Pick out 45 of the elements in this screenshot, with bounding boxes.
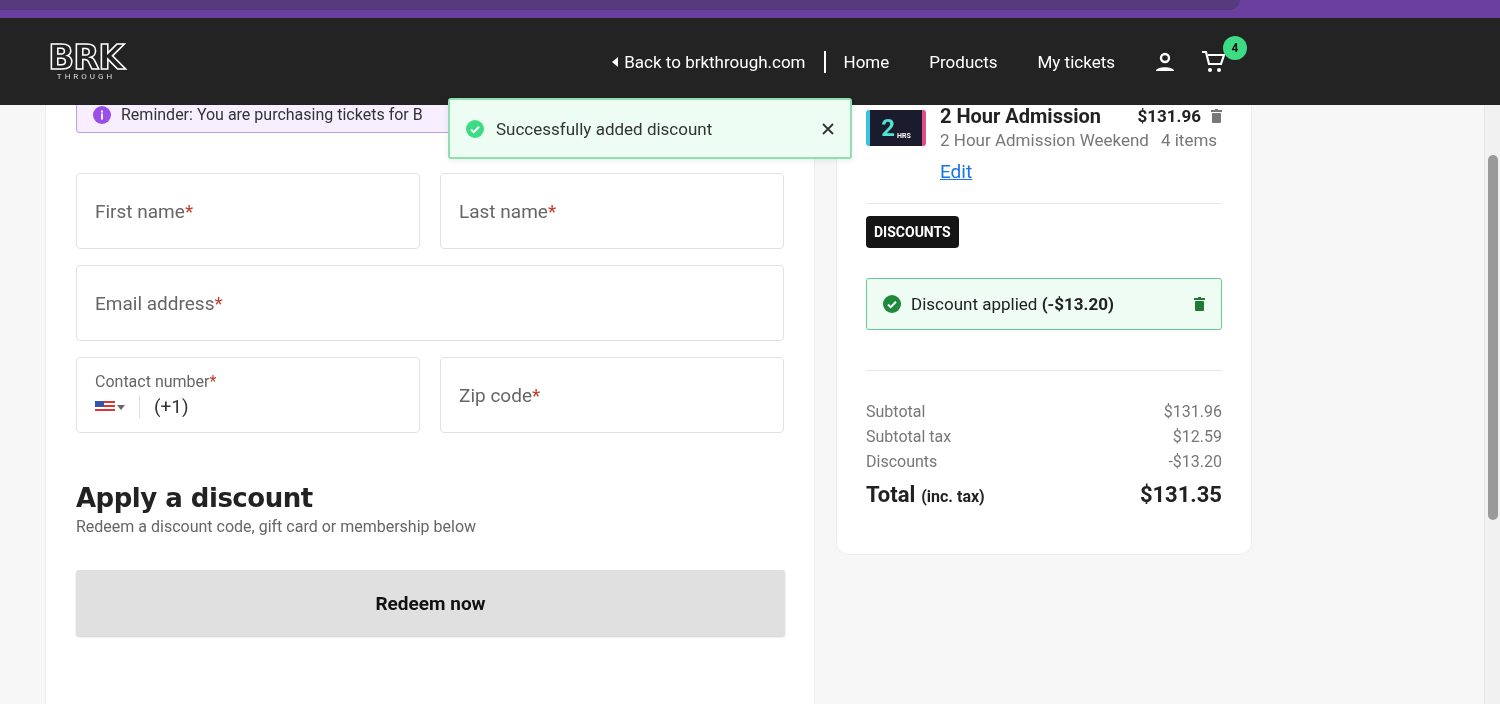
section-subtitle: Redeem a discount code, gift card or membership below (76, 517, 478, 536)
redeem-button[interactable]: Redeem now (76, 570, 785, 636)
input-field[interactable]: First name* (76, 173, 420, 249)
item-name: 2 Hour Admission (940, 104, 1101, 128)
user-icon[interactable] (1155, 51, 1175, 72)
field-label: Contact number* (95, 372, 218, 391)
summary-value: $131.96 (1163, 401, 1222, 423)
trash-icon[interactable] (1194, 297, 1205, 311)
phone-value: (+1) (139, 395, 189, 418)
summary-label: Subtotal tax (866, 426, 952, 448)
back-link[interactable]: Back to brkthrough.com (612, 50, 826, 73)
summary-value: $12.59 (1172, 426, 1222, 448)
info-icon (93, 105, 111, 124)
total-note: (inc. tax) (921, 487, 985, 506)
flag-dropdown-icon[interactable] (95, 400, 127, 413)
trash-icon[interactable] (1211, 109, 1222, 123)
check-circle-icon (883, 295, 901, 313)
edit-link[interactable]: Edit (940, 160, 973, 183)
caret-left-icon (612, 56, 619, 67)
nav-link[interactable]: Products (929, 51, 998, 72)
close-icon (822, 122, 834, 135)
summary-value: -$13.20 (1168, 451, 1222, 473)
scrollbar[interactable] (1484, 105, 1500, 704)
toast-message: Successfully added discount (496, 118, 713, 139)
item-variant: 2 Hour Admission Weekend (940, 130, 1149, 150)
check-circle-icon (466, 119, 484, 138)
phone-field[interactable]: Contact number* (+1) (76, 357, 420, 433)
close-button[interactable] (822, 122, 834, 135)
cart-count-badge: 4 (1223, 35, 1247, 60)
discounts-tag: DISCOUNTS (866, 216, 959, 248)
section-title: Apply a discount (76, 483, 314, 513)
nav-link[interactable]: My tickets (1037, 51, 1115, 72)
total-value: $131.35 (1139, 482, 1222, 507)
item-price: $131.96 (1137, 106, 1201, 126)
input-field[interactable]: Zip code* (440, 357, 784, 433)
summary-label: Discounts (866, 451, 938, 473)
summary-label: Subtotal (866, 401, 926, 423)
cart-icon[interactable] (1201, 49, 1225, 74)
discount-applied-text: Discount applied (-$13.20) (911, 294, 1114, 314)
nav-link[interactable]: Home (843, 51, 890, 72)
input-field[interactable]: Last name* (440, 173, 784, 249)
total-label: Total (866, 482, 916, 507)
input-field[interactable]: Email address* (76, 265, 784, 341)
item-quantity: 4 items (1160, 130, 1218, 150)
reminder-text: Reminder: You are purchasing tickets for B (121, 105, 423, 124)
